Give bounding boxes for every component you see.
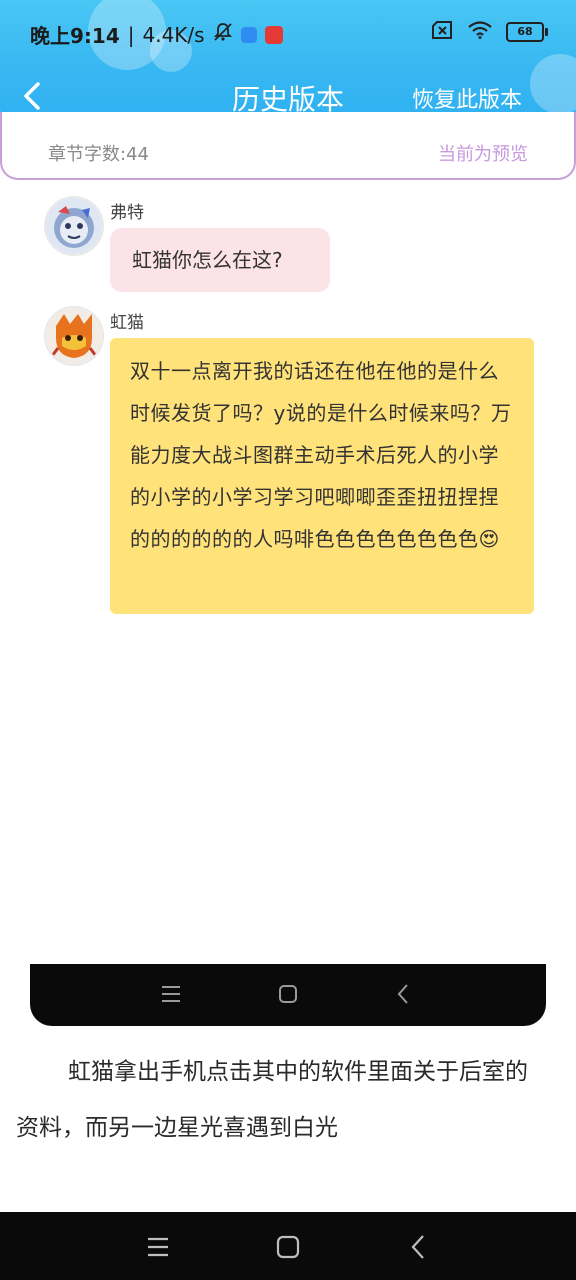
status-time: 晚上9:14 (30, 24, 120, 48)
back-nav-button[interactable] (410, 1234, 426, 1260)
chat-preview: 弗特 虹猫你怎么在这? 虹猫 双十一点离开我的话还在他在他的是什么时候发货了吗？… (30, 180, 546, 964)
preview-status: 当前为预览 (438, 144, 528, 165)
story-paragraph: 虹猫拿出手机点击其中的软件里面关于后室的资料，而另一边星光喜遇到白光 (16, 1059, 528, 1141)
app-header: 晚上9:14 | 4.4K/s 68 历史版本 恢复此版本 (0, 0, 576, 128)
embedded-navigation-bar (30, 964, 546, 1026)
chapter-word-count: 章节字数:44 (48, 144, 149, 165)
system-navigation-bar (0, 1212, 576, 1280)
menu-icon (162, 986, 180, 1002)
wifi-icon (468, 20, 492, 44)
speaker-name: 弗特 (110, 203, 144, 223)
avatar (44, 196, 104, 256)
network-speed: 4.4K/s (142, 22, 205, 47)
chat-bubble: 双十一点离开我的话还在他在他的是什么时候发货了吗？y说的是什么时候来吗？万能力度… (110, 338, 534, 614)
speaker-name: 虹猫 (110, 313, 144, 333)
menu-button[interactable] (146, 1236, 170, 1258)
chapter-info-bar: 章节字数:44 当前为预览 (0, 112, 576, 180)
app-notification-icon (264, 25, 283, 44)
restore-version-button[interactable]: 恢复此版本 (412, 82, 522, 114)
back-icon (397, 984, 408, 1004)
app-notification-icon (240, 26, 257, 43)
status-bar: 晚上9:14 | 4.4K/s 68 (0, 0, 576, 68)
chat-bubble: 虹猫你怎么在这? (110, 228, 330, 292)
mute-bell-icon (213, 22, 233, 47)
home-icon (279, 985, 297, 1003)
avatar (44, 306, 104, 366)
status-separator: | (127, 22, 135, 47)
sim-off-icon (432, 20, 454, 44)
battery-icon: 68 (506, 22, 548, 42)
home-button[interactable] (276, 1235, 300, 1259)
